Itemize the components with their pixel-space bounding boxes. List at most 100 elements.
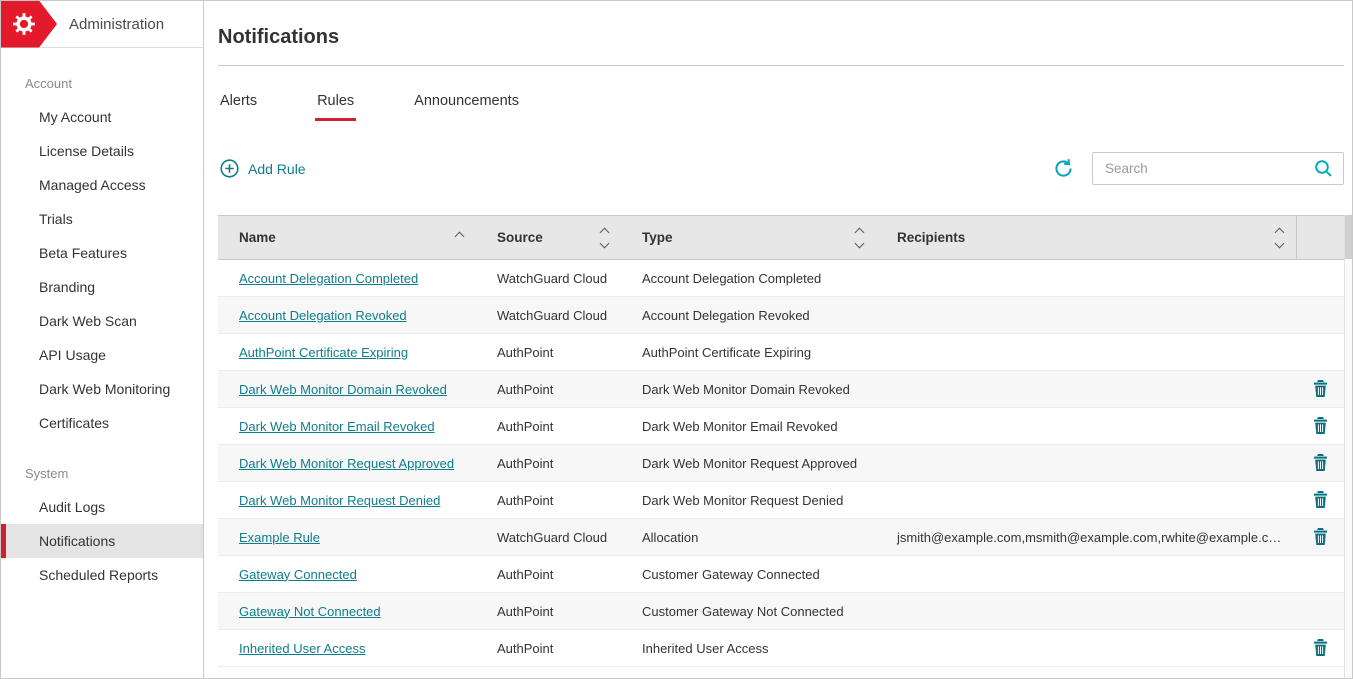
delete-rule-button[interactable] <box>1309 452 1332 473</box>
rule-type: AuthPoint Certificate Expiring <box>621 334 876 371</box>
rule-actions <box>1296 297 1344 334</box>
delete-rule-button[interactable] <box>1309 415 1332 436</box>
rule-type: Dark Web Monitor Domain Revoked <box>621 371 876 408</box>
column-header-recipients[interactable]: Recipients <box>876 216 1296 260</box>
column-header-name[interactable]: Name <box>218 216 476 260</box>
rules-table: NameSource Type Recipients Account Delegat… <box>218 215 1344 667</box>
trash-icon <box>1313 491 1328 508</box>
rule-source: AuthPoint <box>476 408 621 445</box>
page-title-row: Notifications <box>218 1 1344 66</box>
sidebar-section-header-system: System <box>25 466 203 481</box>
rule-name-link[interactable]: Gateway Not Connected <box>239 604 381 619</box>
rule-recipients <box>876 593 1296 630</box>
refresh-icon <box>1052 157 1075 180</box>
rule-name-link[interactable]: Dark Web Monitor Request Approved <box>239 456 454 471</box>
rule-source: AuthPoint <box>476 334 621 371</box>
rule-type: Account Delegation Revoked <box>621 297 876 334</box>
rules-table-wrap: NameSource Type Recipients Account Delegat… <box>218 215 1352 678</box>
sidebar-item-my-account[interactable]: My Account <box>1 100 203 134</box>
rule-actions <box>1296 593 1344 630</box>
plus-circle-icon <box>220 159 239 178</box>
rule-actions <box>1296 630 1344 667</box>
column-label: Recipients <box>897 230 965 245</box>
rule-row-gateway-connected: Gateway ConnectedAuthPointCustomer Gatew… <box>218 556 1344 593</box>
rule-row-gateway-not-connected: Gateway Not ConnectedAuthPointCustomer G… <box>218 593 1344 630</box>
search-input[interactable] <box>1092 152 1344 185</box>
rule-name-link[interactable]: Inherited User Access <box>239 641 365 656</box>
app-logo <box>1 1 57 48</box>
sidebar-item-certificates[interactable]: Certificates <box>1 406 203 440</box>
toolbar: Add Rule <box>218 152 1344 185</box>
sidebar-item-audit-logs[interactable]: Audit Logs <box>1 490 203 524</box>
sidebar-nav: AccountMy AccountLicense DetailsManaged … <box>1 48 203 678</box>
sidebar-item-dark-web-scan[interactable]: Dark Web Scan <box>1 304 203 338</box>
rule-actions <box>1296 482 1344 519</box>
rule-source: AuthPoint <box>476 482 621 519</box>
sidebar-item-api-usage[interactable]: API Usage <box>1 338 203 372</box>
rule-actions <box>1296 371 1344 408</box>
rule-recipients <box>876 371 1296 408</box>
search-box <box>1092 152 1344 185</box>
actions-column-header <box>1296 216 1344 260</box>
rule-row-example-rule: Example RuleWatchGuard CloudAllocationjs… <box>218 519 1344 556</box>
trash-icon <box>1313 454 1328 471</box>
scrollbar[interactable] <box>1344 215 1352 678</box>
rule-row-dark-web-monitor-request-approved: Dark Web Monitor Request ApprovedAuthPoi… <box>218 445 1344 482</box>
delete-rule-button[interactable] <box>1309 489 1332 510</box>
gear-icon <box>11 11 37 37</box>
rule-type: Inherited User Access <box>621 630 876 667</box>
rule-recipients <box>876 334 1296 371</box>
rule-source: WatchGuard Cloud <box>476 297 621 334</box>
rule-recipients <box>876 556 1296 593</box>
sidebar-item-dark-web-monitoring[interactable]: Dark Web Monitoring <box>1 372 203 406</box>
search-icon[interactable] <box>1313 158 1334 184</box>
sidebar-item-license-details[interactable]: License Details <box>1 134 203 168</box>
rule-source: AuthPoint <box>476 445 621 482</box>
rule-name-link[interactable]: Gateway Connected <box>239 567 357 582</box>
tab-alerts[interactable]: Alerts <box>218 93 259 121</box>
sidebar-item-branding[interactable]: Branding <box>1 270 203 304</box>
tab-rules[interactable]: Rules <box>315 93 356 121</box>
refresh-button[interactable] <box>1052 157 1075 180</box>
rule-recipients <box>876 630 1296 667</box>
rule-recipients <box>876 260 1296 297</box>
rule-name-link[interactable]: Example Rule <box>239 530 320 545</box>
add-rule-button[interactable]: Add Rule <box>218 157 308 180</box>
rule-actions <box>1296 334 1344 371</box>
sidebar-item-managed-access[interactable]: Managed Access <box>1 168 203 202</box>
tab-bar: Alerts Rules Announcements <box>218 93 1344 121</box>
rule-name-link[interactable]: Dark Web Monitor Request Denied <box>239 493 440 508</box>
delete-rule-button[interactable] <box>1309 637 1332 658</box>
rule-type: Allocation <box>621 519 876 556</box>
column-header-type[interactable]: Type <box>621 216 876 260</box>
sidebar-header: Administration <box>1 1 203 48</box>
delete-rule-button[interactable] <box>1309 526 1332 547</box>
rule-name-link[interactable]: AuthPoint Certificate Expiring <box>239 345 408 360</box>
column-header-source[interactable]: Source <box>476 216 621 260</box>
rule-name-link[interactable]: Account Delegation Revoked <box>239 308 407 323</box>
delete-rule-button[interactable] <box>1309 378 1332 399</box>
rule-source: AuthPoint <box>476 630 621 667</box>
scrollbar-thumb[interactable] <box>1345 215 1352 259</box>
app-title: Administration <box>69 16 164 33</box>
sidebar-item-trials[interactable]: Trials <box>1 202 203 236</box>
trash-icon <box>1313 380 1328 397</box>
sort-icon <box>856 229 863 247</box>
main-content: Notifications Alerts Rules Announcements A… <box>204 1 1352 678</box>
sidebar-item-notifications[interactable]: Notifications <box>1 524 203 558</box>
rule-name-link[interactable]: Dark Web Monitor Email Revoked <box>239 419 435 434</box>
trash-icon <box>1313 528 1328 545</box>
rule-source: WatchGuard Cloud <box>476 260 621 297</box>
rule-type: Customer Gateway Connected <box>621 556 876 593</box>
sidebar-item-scheduled-reports[interactable]: Scheduled Reports <box>1 558 203 592</box>
column-label: Type <box>642 230 673 245</box>
rule-row-dark-web-monitor-domain-revoked: Dark Web Monitor Domain RevokedAuthPoint… <box>218 371 1344 408</box>
rule-type: Dark Web Monitor Request Approved <box>621 445 876 482</box>
sidebar-item-beta-features[interactable]: Beta Features <box>1 236 203 270</box>
rule-row-dark-web-monitor-request-denied: Dark Web Monitor Request Denied AuthPoint… <box>218 482 1344 519</box>
rule-name-link[interactable]: Dark Web Monitor Domain Revoked <box>239 382 447 397</box>
rule-row-dark-web-monitor-email-revoked: Dark Web Monitor Email RevokedAuthPointD… <box>218 408 1344 445</box>
rule-type: Customer Gateway Not Connected <box>621 593 876 630</box>
tab-announcements[interactable]: Announcements <box>412 93 521 121</box>
rule-name-link[interactable]: Account Delegation Completed <box>239 271 418 286</box>
